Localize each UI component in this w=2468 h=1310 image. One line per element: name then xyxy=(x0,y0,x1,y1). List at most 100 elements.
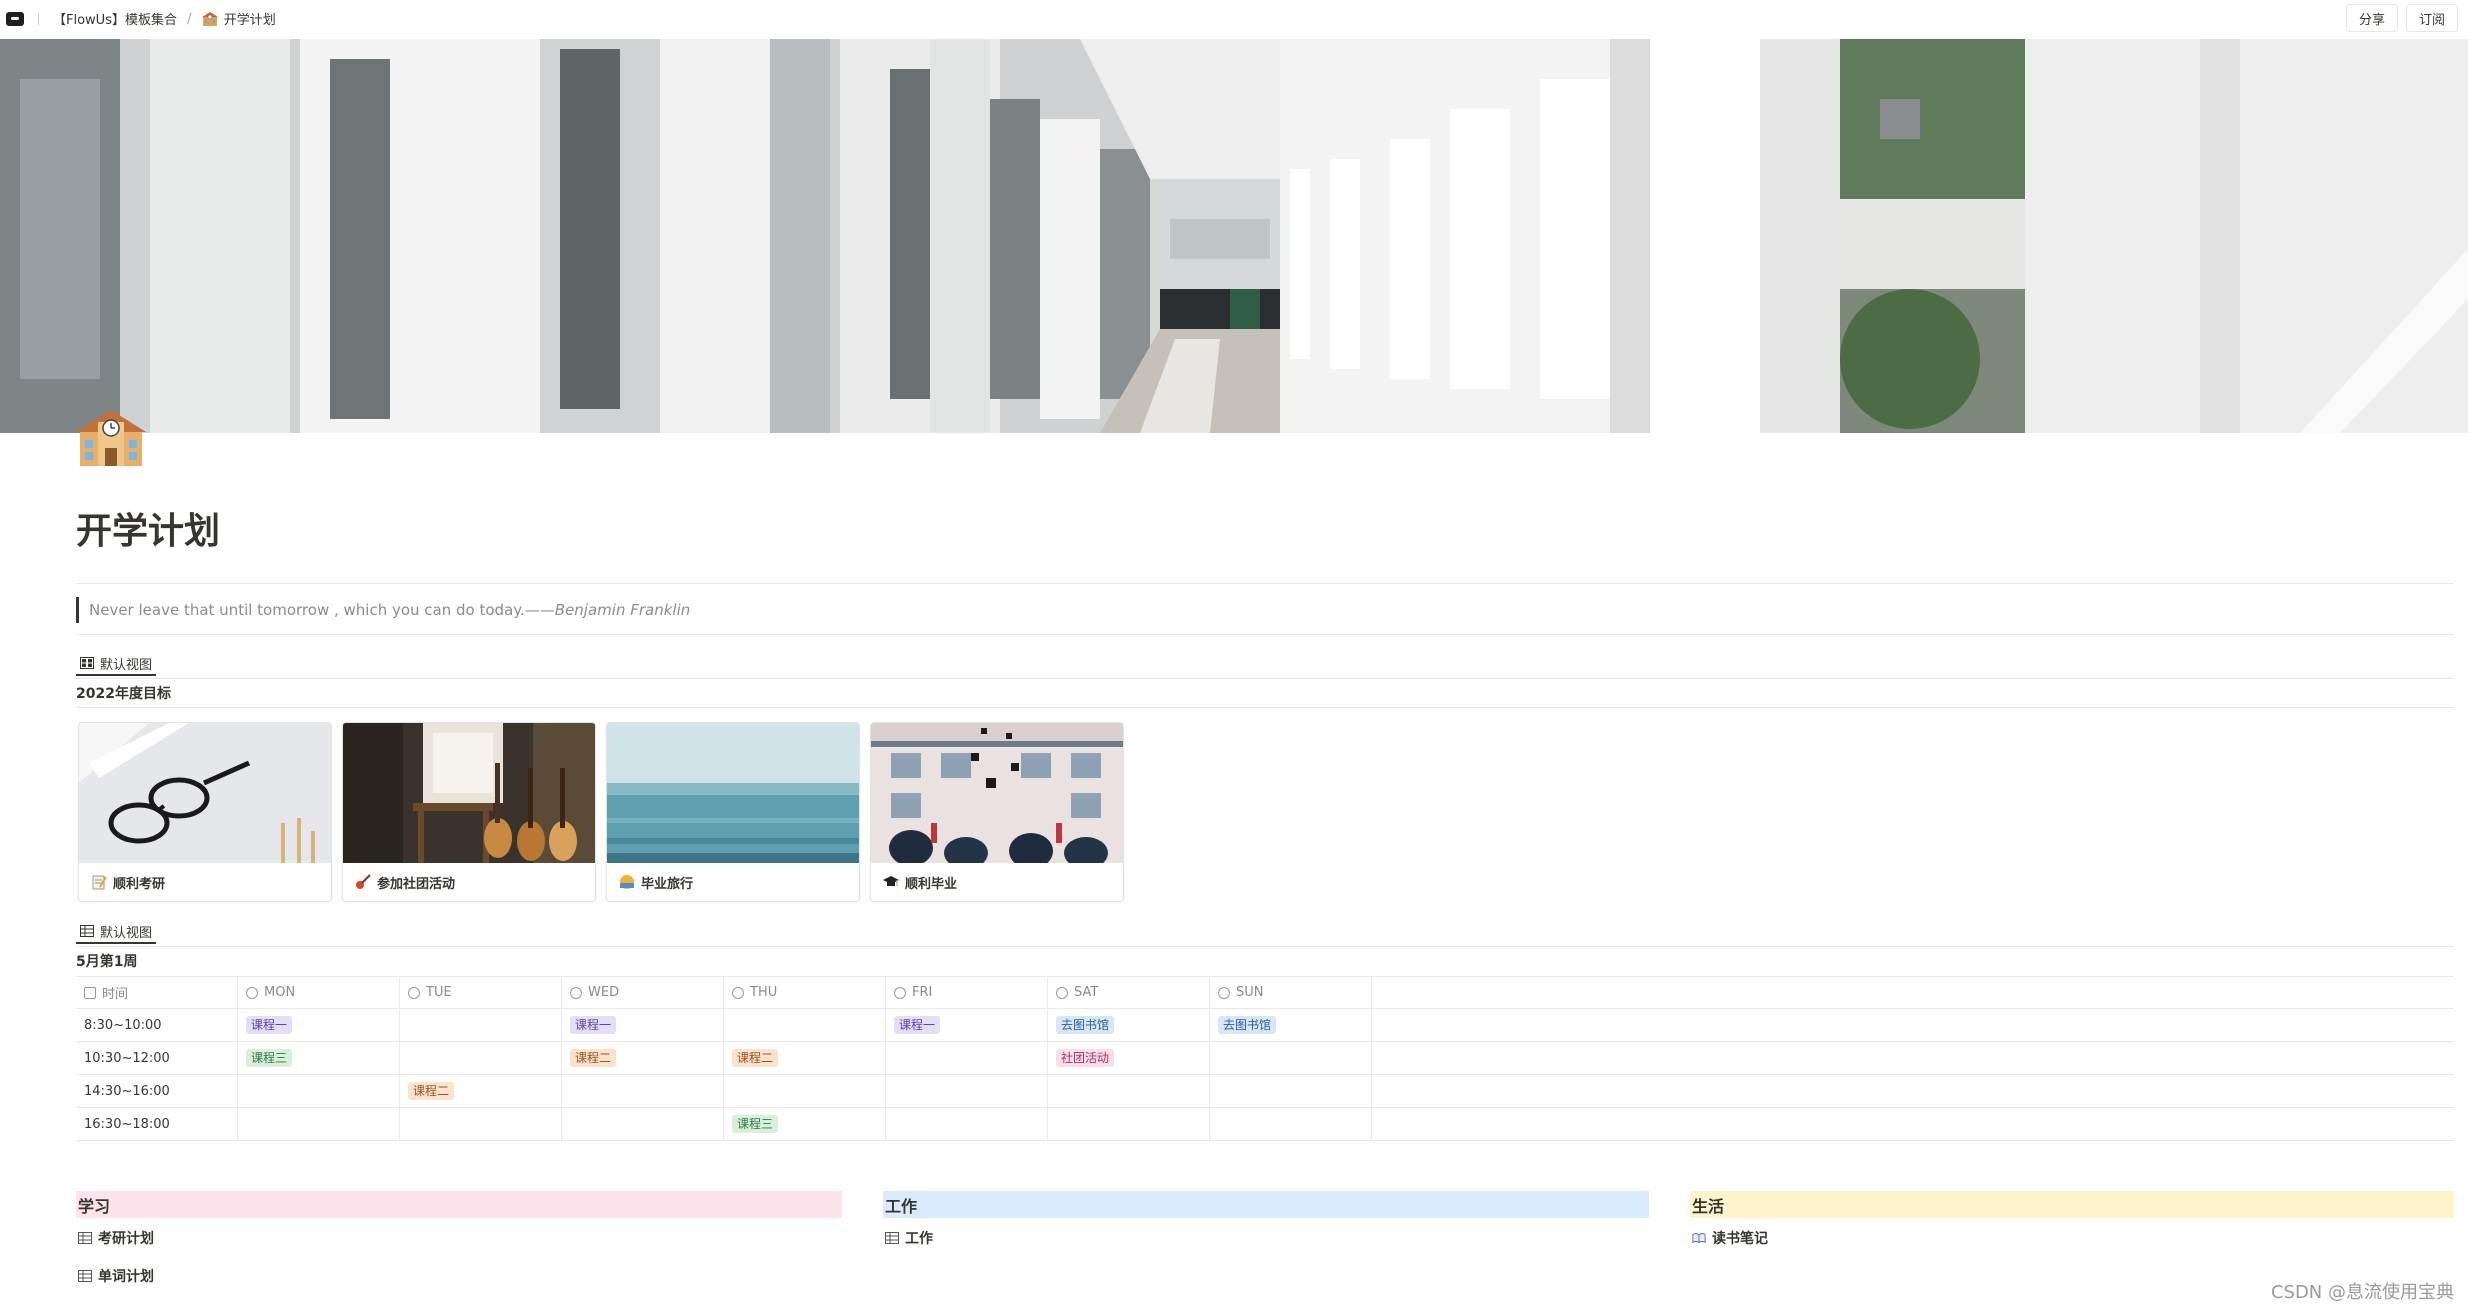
guitar-icon xyxy=(355,874,371,890)
select-tag: 社团活动 xyxy=(1056,1049,1115,1067)
memo-icon xyxy=(91,874,107,890)
empty-cell xyxy=(1372,1042,2454,1074)
divider xyxy=(76,678,2454,679)
school-icon xyxy=(201,11,218,27)
column-header[interactable]: WED xyxy=(562,977,724,1008)
schedule-cell[interactable]: 课程二 xyxy=(562,1042,724,1074)
breadcrumb-separator: / xyxy=(186,10,192,27)
empty-cell xyxy=(1372,1075,2454,1107)
page-link-label: 单词计划 xyxy=(98,1269,154,1285)
select-property-icon xyxy=(246,986,258,999)
gallery-card[interactable]: 顺利毕业 xyxy=(870,722,1124,902)
open-book-icon xyxy=(1692,1233,1706,1244)
schedule-cell[interactable] xyxy=(1048,1075,1210,1107)
quote-author: Benjamin Franklin xyxy=(554,601,691,619)
schedule-cell[interactable] xyxy=(724,1075,886,1107)
time-cell[interactable]: 10:30~12:00 xyxy=(76,1042,238,1074)
schedule-cell[interactable]: 课程二 xyxy=(400,1075,562,1107)
select-property-icon xyxy=(1056,986,1068,999)
schedule-cell[interactable] xyxy=(886,1108,1048,1140)
subscribe-button[interactable]: 订阅 xyxy=(2405,4,2458,32)
sunrise-icon xyxy=(619,874,635,890)
schedule-cell[interactable]: 课程三 xyxy=(724,1108,886,1140)
section-title: 学习 xyxy=(78,1196,111,1216)
graduation-cap-icon xyxy=(883,874,899,890)
page-link[interactable]: 工作 xyxy=(885,1228,933,1248)
schedule-cell[interactable]: 课程一 xyxy=(886,1009,1048,1041)
table-row: 16:30~18:00 课程三 xyxy=(76,1108,2454,1141)
table-title[interactable]: 5月第1周 xyxy=(76,951,137,971)
time-cell[interactable]: 14:30~16:00 xyxy=(76,1075,238,1107)
gallery-card[interactable]: 顺利考研 xyxy=(78,722,332,902)
empty-column xyxy=(1372,977,2454,1008)
table-icon xyxy=(78,1270,92,1282)
page-link-label: 考研计划 xyxy=(98,1231,154,1247)
gallery-view-tab[interactable]: 默认视图 xyxy=(76,652,157,676)
text-property-icon xyxy=(84,986,96,999)
time-cell[interactable]: 16:30~18:00 xyxy=(76,1108,238,1140)
table-icon xyxy=(885,1232,899,1244)
quote-block[interactable]: Never leave that until tomorrow , which … xyxy=(76,597,690,623)
select-tag: 课程三 xyxy=(732,1115,779,1133)
schedule-cell[interactable]: 课程一 xyxy=(238,1009,400,1041)
page-title[interactable]: 开学计划 xyxy=(76,502,220,554)
section-life[interactable]: 生活 xyxy=(1690,1191,2454,1218)
select-property-icon xyxy=(894,986,906,999)
flowus-logo-icon[interactable] xyxy=(6,11,24,26)
page-link[interactable]: 读书笔记 xyxy=(1692,1228,1768,1248)
view-label: 默认视图 xyxy=(100,925,153,941)
schedule-cell[interactable]: 去图书馆 xyxy=(1210,1009,1372,1041)
schedule-cell[interactable]: 去图书馆 xyxy=(1048,1009,1210,1041)
table-view-tab[interactable]: 默认视图 xyxy=(76,920,157,944)
page-link[interactable]: 考研计划 xyxy=(78,1228,154,1248)
select-tag: 课程一 xyxy=(894,1016,941,1034)
schedule-cell[interactable]: 课程二 xyxy=(724,1042,886,1074)
schedule-cell[interactable] xyxy=(238,1075,400,1107)
page-link-label: 工作 xyxy=(905,1231,933,1247)
card-cover-image xyxy=(79,723,331,863)
column-header[interactable]: SAT xyxy=(1048,977,1210,1008)
schedule-cell[interactable] xyxy=(400,1042,562,1074)
schedule-cell[interactable] xyxy=(1210,1075,1372,1107)
select-tag: 课程二 xyxy=(732,1049,779,1067)
divider xyxy=(76,583,2454,584)
top-bar: 【FlowUs】模板集合 / 开学计划 分享 订阅 xyxy=(0,0,2468,37)
schedule-cell[interactable] xyxy=(1210,1108,1372,1140)
schedule-cell[interactable] xyxy=(1210,1042,1372,1074)
share-button[interactable]: 分享 xyxy=(2345,4,2398,32)
column-header[interactable]: MON xyxy=(238,977,400,1008)
schedule-cell[interactable] xyxy=(238,1108,400,1140)
column-header[interactable]: TUE xyxy=(400,977,562,1008)
divider xyxy=(76,707,2454,708)
page-link[interactable]: 单词计划 xyxy=(78,1266,154,1286)
view-label: 默认视图 xyxy=(100,657,153,673)
gallery-card[interactable]: 参加社团活动 xyxy=(342,722,596,902)
schedule-cell[interactable] xyxy=(562,1075,724,1107)
schedule-cell[interactable] xyxy=(400,1009,562,1041)
schedule-cell[interactable]: 课程三 xyxy=(238,1042,400,1074)
gallery-title[interactable]: 2022年度目标 xyxy=(76,683,171,703)
schedule-cell[interactable] xyxy=(562,1108,724,1140)
section-study[interactable]: 学习 xyxy=(76,1191,842,1218)
column-header[interactable]: SUN xyxy=(1210,977,1372,1008)
school-icon[interactable] xyxy=(76,408,146,468)
select-tag: 课程一 xyxy=(570,1016,617,1034)
schedule-cell[interactable] xyxy=(886,1042,1048,1074)
schedule-cell[interactable] xyxy=(400,1108,562,1140)
schedule-cell[interactable] xyxy=(724,1009,886,1041)
breadcrumb-page[interactable]: 开学计划 xyxy=(224,9,276,28)
time-cell[interactable]: 8:30~10:00 xyxy=(76,1009,238,1041)
divider xyxy=(76,946,2454,947)
table-row: 14:30~16:00 课程二 xyxy=(76,1075,2454,1108)
schedule-cell[interactable] xyxy=(886,1075,1048,1107)
gallery-card[interactable]: 毕业旅行 xyxy=(606,722,860,902)
table-row: 10:30~12:00 课程三 课程二 课程二 社团活动 xyxy=(76,1042,2454,1075)
schedule-cell[interactable]: 课程一 xyxy=(562,1009,724,1041)
section-work[interactable]: 工作 xyxy=(883,1191,1649,1218)
schedule-cell[interactable]: 社团活动 xyxy=(1048,1042,1210,1074)
schedule-cell[interactable] xyxy=(1048,1108,1210,1140)
breadcrumb-workspace[interactable]: 【FlowUs】模板集合 xyxy=(53,9,177,28)
column-header[interactable]: 时间 xyxy=(76,977,238,1008)
column-header[interactable]: THU xyxy=(724,977,886,1008)
column-header[interactable]: FRI xyxy=(886,977,1048,1008)
